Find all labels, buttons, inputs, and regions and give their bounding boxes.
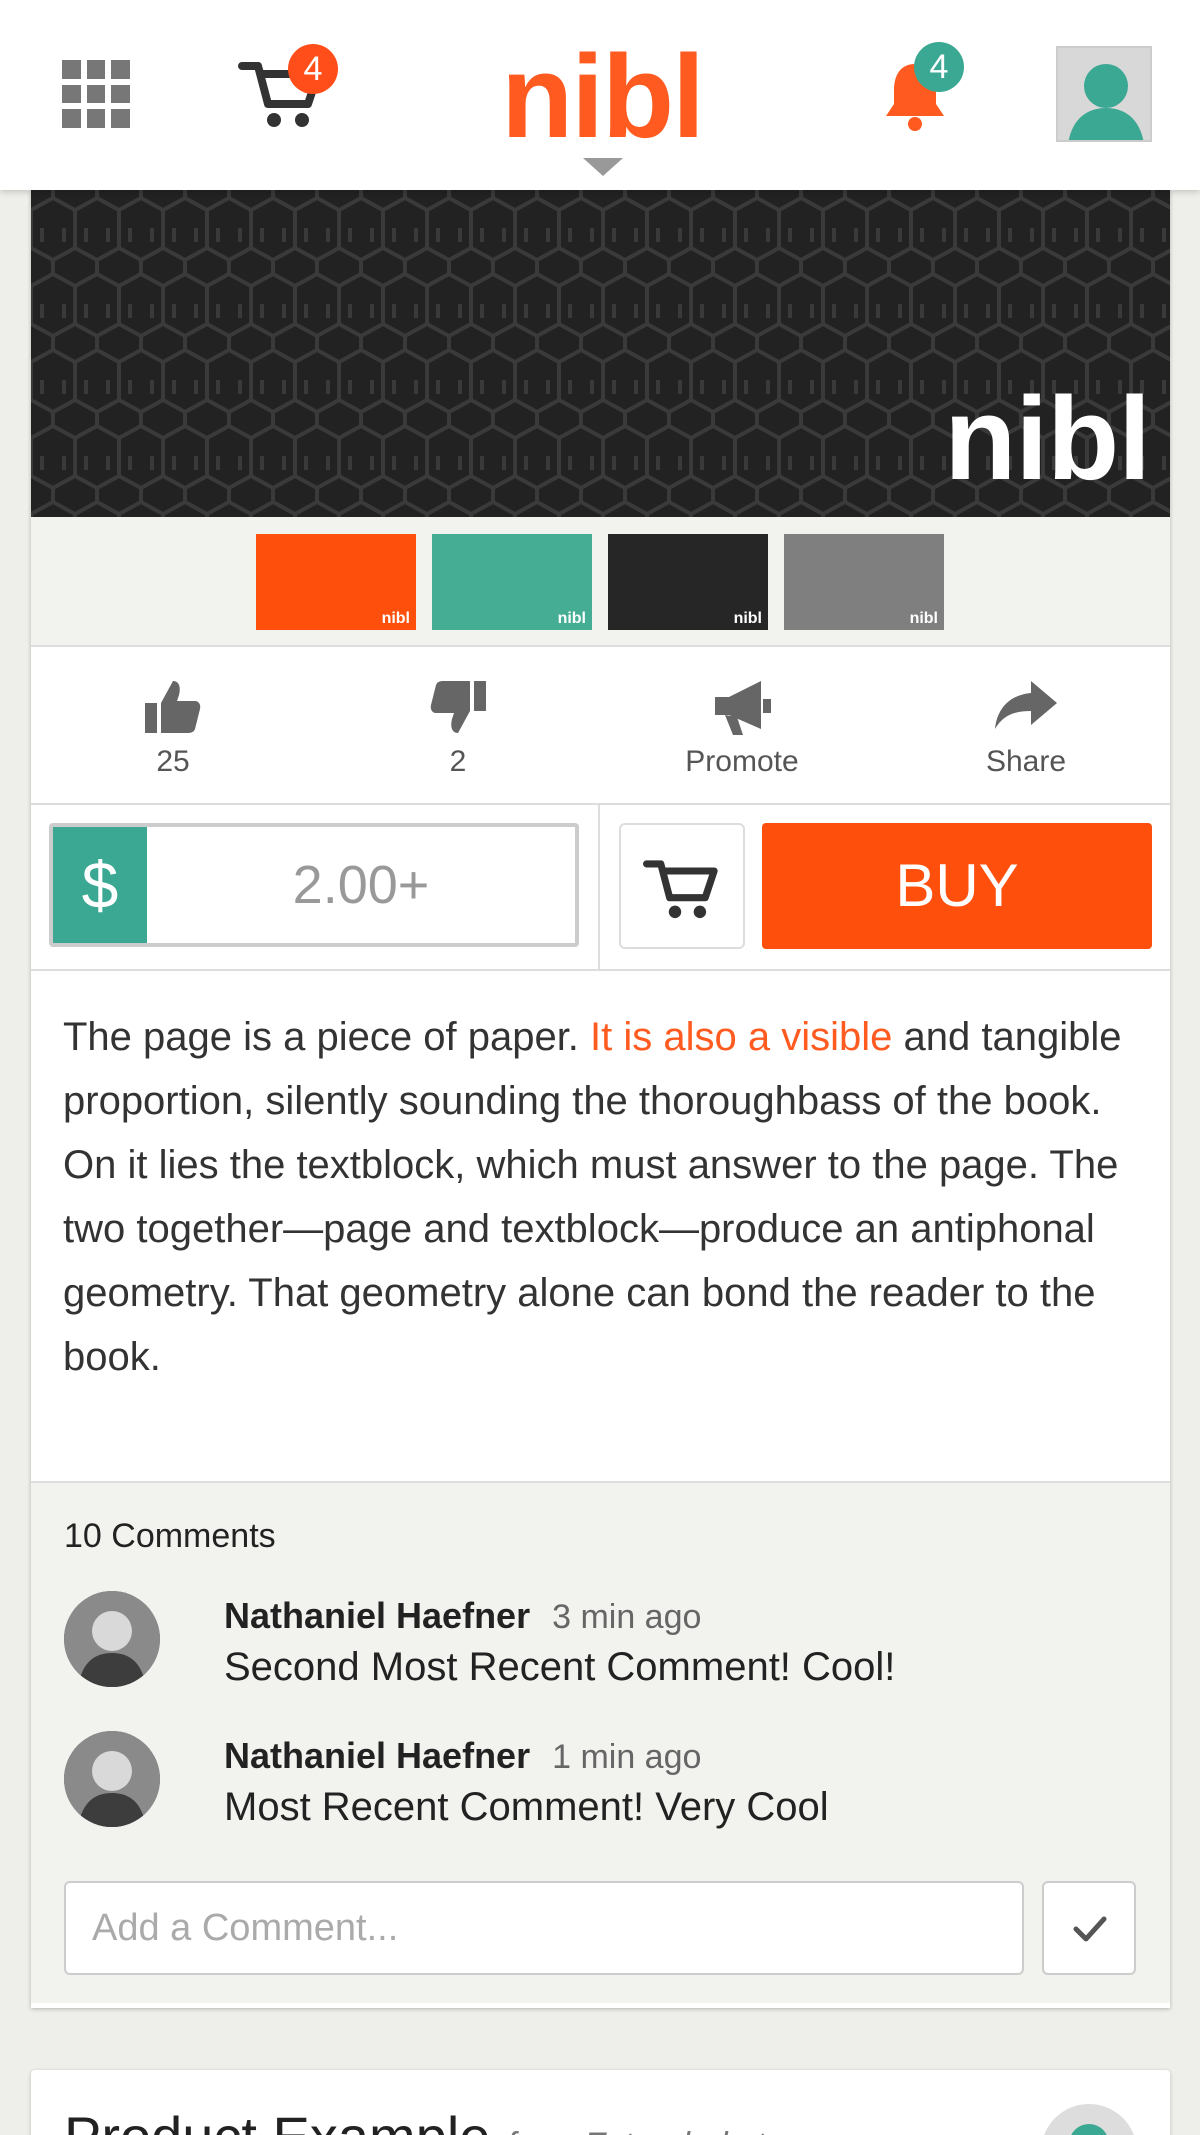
product-card: nibl nibl nibl nibl nibl 25 2 Promote Sh… <box>31 190 1170 2008</box>
swatch-label: nibl <box>909 610 938 627</box>
app-logo[interactable]: nibl <box>500 22 705 172</box>
logo-dropdown-caret-icon[interactable] <box>583 158 623 176</box>
comment-item: Nathaniel Haefner 3 min ago Second Most R… <box>64 1591 1144 1701</box>
comment-author[interactable]: Nathaniel Haefner <box>224 1735 530 1776</box>
price-value[interactable]: 2.00+ <box>147 827 575 943</box>
swatch-label: nibl <box>733 610 762 627</box>
color-swatch-row: nibl nibl nibl nibl <box>31 517 1170 647</box>
top-navigation-bar: 4 nibl 4 <box>0 0 1200 190</box>
like-count: 25 <box>156 745 190 778</box>
commenter-avatar[interactable] <box>64 1591 160 1687</box>
commenter-avatar[interactable] <box>64 1731 160 1827</box>
megaphone-icon <box>715 681 771 735</box>
promote-button[interactable]: Promote <box>642 677 842 779</box>
user-silhouette-icon <box>1068 64 1144 140</box>
add-comment-input[interactable] <box>64 1881 1024 1975</box>
swatch-label: nibl <box>557 610 586 627</box>
comments-section: 10 Comments Nathaniel Haefner 3 min ago S… <box>31 1483 1170 2003</box>
product-actions-row: 25 2 Promote Share <box>31 647 1170 805</box>
swatch-label: nibl <box>381 610 410 627</box>
product-banner-image: nibl <box>31 190 1170 517</box>
comment-time: 3 min ago <box>552 1598 702 1636</box>
comment-author[interactable]: Nathaniel Haefner <box>224 1595 530 1636</box>
next-product-card[interactable]: Product Example from Extended at ... <box>31 2070 1170 2135</box>
next-product-subtitle: from Extended at ... <box>506 2126 803 2135</box>
share-arrow-icon <box>995 681 1057 729</box>
next-product-title[interactable]: Product Example <box>64 2105 490 2135</box>
divider <box>598 805 600 969</box>
notification-count-badge: 4 <box>914 42 964 92</box>
swatch-orange[interactable]: nibl <box>256 534 416 630</box>
share-button[interactable]: Share <box>926 677 1126 779</box>
comment-text: Most Recent Comment! Very Cool <box>224 1785 829 1829</box>
user-silhouette-icon <box>1071 2124 1107 2135</box>
thumbs-down-icon <box>430 681 486 733</box>
like-button[interactable]: 25 <box>73 677 273 779</box>
checkmark-icon <box>1073 1916 1107 1942</box>
next-product-avatar[interactable] <box>1041 2104 1137 2135</box>
purchase-row: $ 2.00+ BUY <box>31 805 1170 971</box>
banner-logo-text: nibl <box>944 373 1151 505</box>
cart-count-badge: 4 <box>288 44 338 94</box>
swatch-gray[interactable]: nibl <box>784 534 944 630</box>
cart-button[interactable]: 4 <box>238 44 338 132</box>
description-text-continued: and tangible proportion, silently soundi… <box>63 1015 1122 1379</box>
add-to-cart-button[interactable] <box>619 823 745 949</box>
buy-button[interactable]: BUY <box>762 823 1152 949</box>
comment-item: Nathaniel Haefner 1 min ago Most Recent C… <box>64 1731 1144 1841</box>
submit-comment-button[interactable] <box>1042 1881 1136 1975</box>
comments-count[interactable]: 10 Comments <box>64 1517 276 1556</box>
swatch-teal[interactable]: nibl <box>432 534 592 630</box>
dislike-count: 2 <box>449 745 467 778</box>
promote-label: Promote <box>685 745 799 778</box>
apps-grid-icon[interactable] <box>62 60 130 128</box>
comment-time: 1 min ago <box>552 1738 702 1776</box>
thumbs-up-icon <box>145 681 201 733</box>
cart-icon <box>643 860 718 919</box>
comment-text: Second Most Recent Comment! Cool! <box>224 1645 896 1689</box>
notifications-button[interactable]: 4 <box>880 42 970 134</box>
description-text: The page is a piece of paper. <box>63 1015 591 1059</box>
product-description: The page is a piece of paper. It is also… <box>31 971 1170 1483</box>
person-photo-icon <box>64 1591 160 1687</box>
description-highlight: It is also a visible <box>590 1015 893 1059</box>
price-input[interactable]: $ 2.00+ <box>49 823 579 947</box>
share-label: Share <box>985 745 1067 778</box>
currency-symbol: $ <box>53 827 147 943</box>
dislike-button[interactable]: 2 <box>358 677 558 779</box>
person-photo-icon <box>64 1731 160 1827</box>
user-avatar[interactable] <box>1056 46 1152 142</box>
swatch-black[interactable]: nibl <box>608 534 768 630</box>
